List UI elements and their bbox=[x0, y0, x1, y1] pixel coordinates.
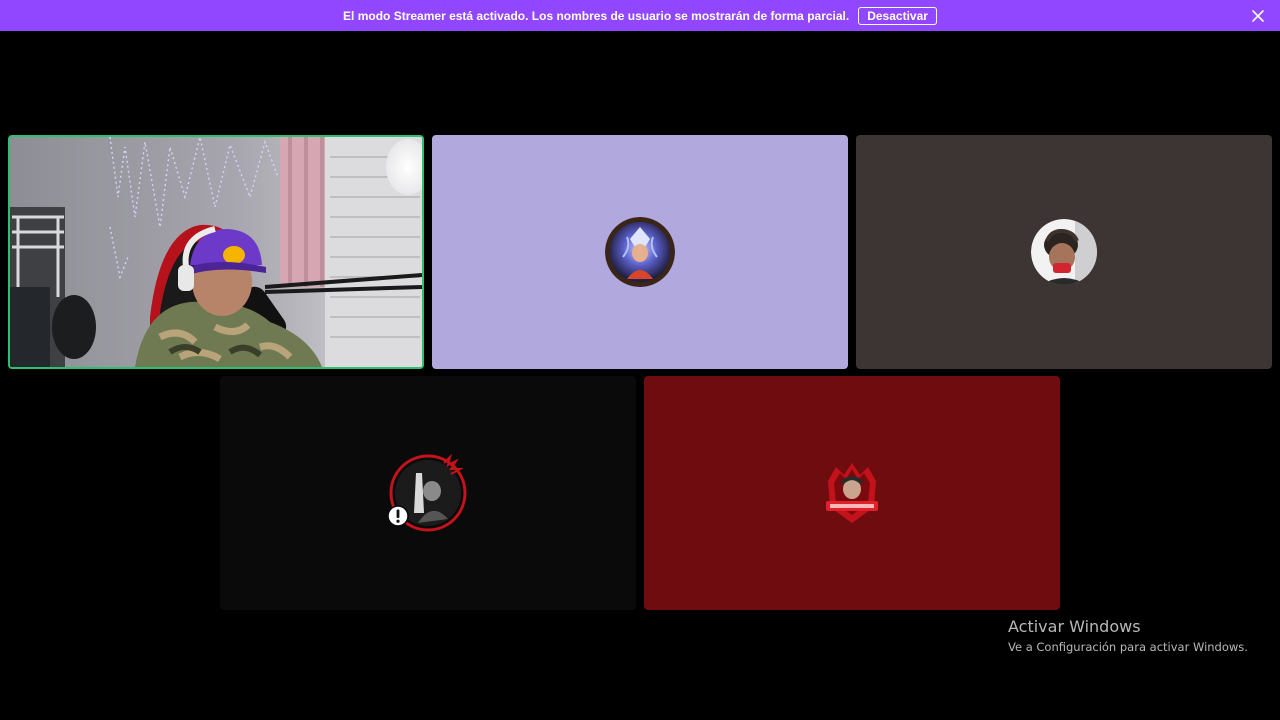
participant-tile[interactable] bbox=[432, 135, 848, 369]
avatar-container bbox=[387, 453, 468, 533]
red-emblem-logo-avatar bbox=[826, 463, 878, 523]
webcam-video-feed bbox=[10, 137, 422, 367]
participant-tile[interactable] bbox=[856, 135, 1272, 369]
windows-activation-watermark: Activar Windows Ve a Configuración para … bbox=[1008, 617, 1248, 655]
streamer-mode-message: El modo Streamer está activado. Los nomb… bbox=[343, 8, 850, 23]
participant-tile[interactable] bbox=[220, 376, 636, 610]
watermark-title: Activar Windows bbox=[1008, 617, 1141, 636]
anime-character-avatar bbox=[605, 217, 675, 287]
exclamation-badge-icon bbox=[387, 505, 409, 527]
disable-streamer-mode-button[interactable]: Desactivar bbox=[858, 6, 937, 25]
participant-video-tile[interactable] bbox=[8, 135, 424, 369]
close-icon[interactable] bbox=[1250, 8, 1266, 24]
person-avatar bbox=[1031, 219, 1097, 285]
watermark-subtitle: Ve a Configuración para activar Windows. bbox=[1008, 640, 1248, 654]
streamer-mode-banner: El modo Streamer está activado. Los nomb… bbox=[0, 0, 1280, 31]
participant-tile[interactable] bbox=[644, 376, 1060, 610]
call-stage: El modo Streamer está activado. Los nomb… bbox=[0, 0, 1280, 720]
